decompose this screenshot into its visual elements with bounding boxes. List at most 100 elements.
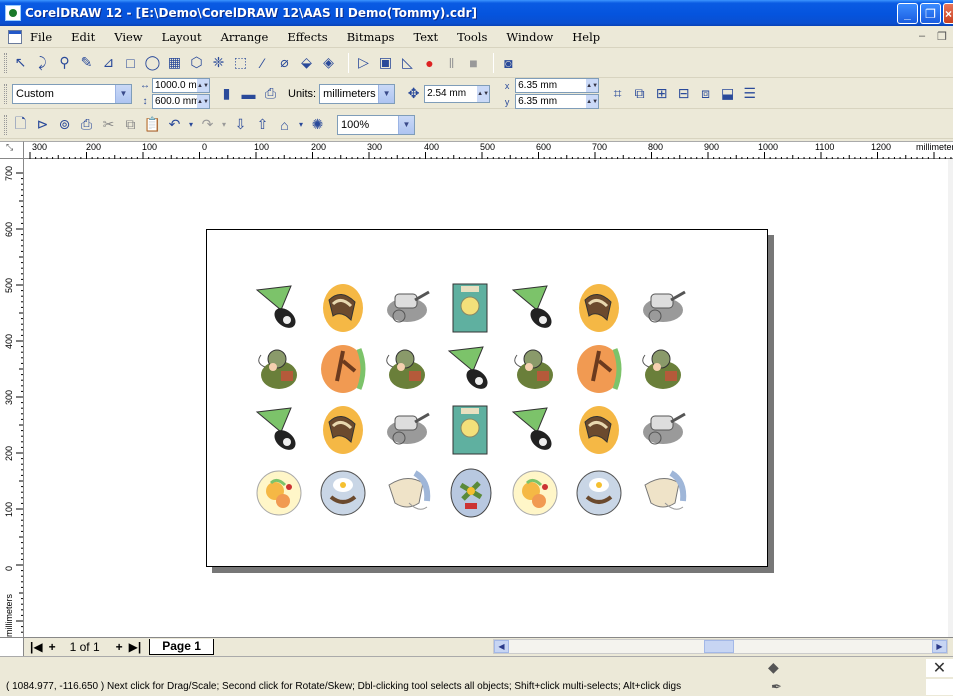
orange-brown-clipart-icon[interactable] (571, 341, 627, 397)
save-icon[interactable]: ⊚ (56, 116, 73, 133)
dwarf-chef-clipart-icon[interactable] (507, 341, 563, 397)
zoom-tool-icon[interactable]: ⚲ (56, 54, 73, 71)
menu-text[interactable]: Text (413, 30, 438, 44)
orange-cake-clipart-icon[interactable] (315, 402, 371, 458)
green-tag-clipart-icon[interactable] (443, 402, 499, 458)
smart-fill-tool-icon[interactable]: ⊿ (100, 54, 117, 71)
outline-swatch[interactable] (926, 679, 953, 695)
chevron-down-icon[interactable]: ▼ (115, 84, 131, 103)
blue-bowl-clipart-icon[interactable] (315, 463, 371, 519)
menu-tools[interactable]: Tools (457, 30, 487, 44)
outline-pen-icon[interactable]: ✒ (771, 679, 782, 695)
snap-guidelines-icon[interactable]: ⧉ (631, 85, 648, 102)
snap-objects-icon[interactable]: ⊞ (653, 85, 670, 102)
leaf-shoe-clipart-icon[interactable] (251, 280, 307, 336)
horizontal-scrollbar[interactable]: ◀ ▶ (493, 639, 948, 654)
ruler-origin[interactable]: ⤡ (0, 141, 24, 159)
cup-pour-clipart-icon[interactable] (635, 463, 691, 519)
orange-cake-clipart-icon[interactable] (571, 280, 627, 336)
leaf-shoe-clipart-icon[interactable] (507, 280, 563, 336)
dwarf-chef-clipart-icon[interactable] (251, 341, 307, 397)
treat-as-filled-icon[interactable]: ⧈ (697, 85, 714, 102)
undo-icon[interactable]: ↶ (166, 116, 183, 133)
outline-tool-icon[interactable]: ⌀ (276, 54, 293, 71)
no-fill-swatch[interactable]: ✕ (926, 659, 953, 677)
orange-cake-clipart-icon[interactable] (571, 402, 627, 458)
leaf-shoe-clipart-icon[interactable] (507, 402, 563, 458)
menu-bitmaps[interactable]: Bitmaps (347, 30, 395, 44)
drawing-canvas[interactable] (24, 159, 948, 637)
orange-cherry-clipart-icon[interactable] (507, 463, 563, 519)
menu-file[interactable]: File (30, 30, 52, 44)
page-tab[interactable]: Page 1 (149, 638, 214, 655)
snap-grid-icon[interactable]: ⌗ (609, 85, 626, 102)
spin-icon[interactable]: ▲▼ (586, 79, 599, 92)
dwarf-chef-clipart-icon[interactable] (635, 341, 691, 397)
horizontal-ruler[interactable]: 300 200 100 0 100 200 300 400 500 600 70… (24, 141, 953, 159)
play-icon[interactable]: ▷ (355, 54, 372, 71)
doc-minimize-button[interactable]: – (919, 30, 925, 43)
interactive-fill-tool-icon[interactable]: ◈ (320, 54, 337, 71)
first-page-button[interactable]: |◀ (30, 640, 43, 654)
chevron-down-icon[interactable]: ▼ (398, 115, 414, 134)
redo-dropdown-icon[interactable]: ▾ (221, 116, 227, 133)
print-icon[interactable]: ⎙ (78, 116, 95, 133)
scroll-right-icon[interactable]: ▶ (932, 640, 947, 653)
rectangle-tool-icon[interactable]: □ (122, 54, 139, 71)
last-page-button[interactable]: ▶| (129, 640, 142, 654)
teapot-clipart-icon[interactable] (635, 280, 691, 336)
options-icon[interactable]: ☰ (741, 85, 758, 102)
page-height-field[interactable]: 600.0 mm ▲▼ (152, 94, 210, 109)
nudge-field[interactable]: 2.54 mm ▲▼ (424, 84, 491, 103)
redo-icon[interactable]: ↷ (199, 116, 216, 133)
dynamic-guides-icon[interactable]: ⊟ (675, 85, 692, 102)
doc-restore-button[interactable]: ❐ (937, 30, 947, 43)
menu-edit[interactable]: Edit (71, 30, 95, 44)
pause-icon[interactable]: ‖ (443, 54, 460, 71)
units-select[interactable]: millimeters ▼ (319, 83, 396, 104)
menu-layout[interactable]: Layout (162, 30, 202, 44)
dwarf-chef-clipart-icon[interactable] (379, 341, 435, 397)
fill-tool-icon[interactable]: ⬙ (298, 54, 315, 71)
chart-icon[interactable]: ◺ (399, 54, 416, 71)
orange-brown-clipart-icon[interactable] (315, 341, 371, 397)
copy-icon[interactable]: ⧉ (122, 116, 139, 133)
script-icon[interactable]: ▣ (377, 54, 394, 71)
pick-tool-icon[interactable]: ↖ (12, 54, 29, 71)
duplicate-y-field[interactable]: 6.35 mm ▲▼ (515, 94, 600, 109)
add-page-before-button[interactable]: + (49, 640, 56, 654)
teapot-clipart-icon[interactable] (635, 402, 691, 458)
open-icon[interactable]: ⊳ (34, 116, 51, 133)
paper-type-select[interactable]: Custom ▼ (12, 83, 132, 104)
paste-icon[interactable]: 📋 (144, 116, 161, 133)
orange-cherry-clipart-icon[interactable] (251, 463, 307, 519)
import-icon[interactable]: ⇩ (232, 116, 249, 133)
menu-help[interactable]: Help (572, 30, 600, 44)
chevron-down-icon[interactable]: ▼ (378, 84, 395, 103)
drawing-page[interactable] (206, 229, 768, 567)
all-pages-icon[interactable]: ⎙ (262, 85, 279, 102)
duplicate-x-field[interactable]: 6.35 mm ▲▼ (515, 78, 600, 93)
fill-color-icon[interactable]: ◆ (768, 659, 779, 676)
record-icon[interactable]: ● (421, 54, 438, 71)
green-tag-clipart-icon[interactable] (443, 280, 499, 336)
menu-effects[interactable]: Effects (287, 30, 327, 44)
leaf-shoe-clipart-icon[interactable] (251, 402, 307, 458)
teapot-clipart-icon[interactable] (379, 402, 435, 458)
ellipse-tool-icon[interactable]: ◯ (144, 54, 161, 71)
draw-bounding-icon[interactable]: ⬓ (719, 85, 736, 102)
stop-icon[interactable]: ■ (465, 54, 482, 71)
document-icon[interactable] (8, 29, 22, 44)
add-page-after-button[interactable]: + (116, 640, 123, 654)
vertical-ruler[interactable]: 700 600 500 400 300 200 100 0 millimeter… (0, 159, 24, 639)
minimize-button[interactable]: _ (897, 3, 918, 24)
restore-button[interactable]: ❐ (920, 3, 941, 24)
scroll-left-icon[interactable]: ◀ (494, 640, 509, 653)
spin-icon[interactable]: ▲▼ (477, 85, 490, 102)
cup-pour-clipart-icon[interactable] (379, 463, 435, 519)
landscape-icon[interactable]: ▬ (240, 85, 257, 102)
scroll-thumb[interactable] (704, 640, 734, 653)
blue-bowl-clipart-icon[interactable] (571, 463, 627, 519)
close-button[interactable]: × (943, 3, 953, 24)
export-icon[interactable]: ⇧ (254, 116, 271, 133)
